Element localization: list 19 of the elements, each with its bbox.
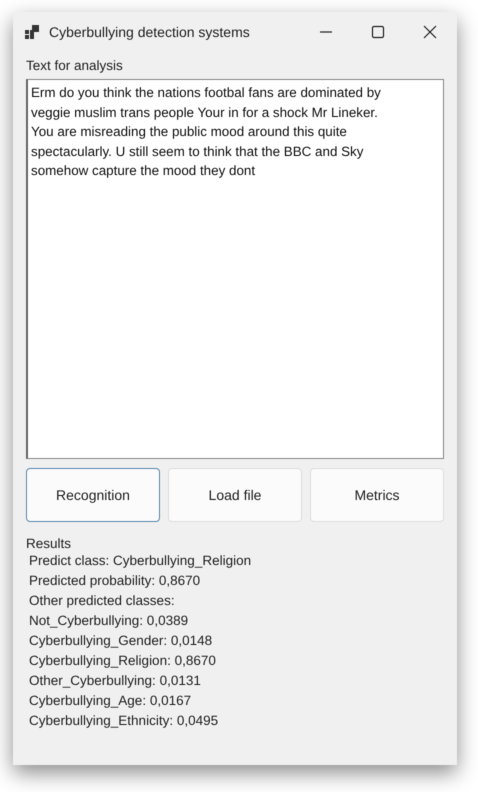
app-icon [25,25,41,39]
result-line: Other_Cyberbullying: 0,0131 [28,672,201,690]
action-button[interactable]: Load file [168,468,302,522]
result-line: Not_Cyberbullying: 0,0389 [28,612,188,630]
maximize-icon[interactable] [371,25,385,39]
field-label: Text for analysis [26,58,123,73]
results-label: Results [26,536,72,551]
result-line: Predict class: Cyberbullying_Religion [28,552,252,570]
text-area[interactable]: Erm do you think the nations footbal fans are dominated by veggie muslim trans people Your in for a shock Mr Lineker. You are misreading the public mood around this quite spectacularly. U still seem to think that the BBC and Sky somehow capture the mood they dont [26,79,444,459]
result-line: Other predicted classes: [28,592,175,610]
close-icon[interactable] [423,25,437,39]
action-button[interactable]: Metrics [310,468,444,522]
result-line: Cyberbullying_Age: 0,0167 [28,692,192,710]
result-line: Cyberbullying_Gender: 0,0148 [28,632,212,650]
window-title: Cyberbullying detection systems [49,24,251,40]
result-line: Cyberbullying_Ethnicity: 0,0495 [28,712,218,730]
result-line: Predicted probability: 0,8670 [28,572,200,590]
result-line: Cyberbullying_Religion: 0,8670 [28,652,216,670]
action-button[interactable]: Recognition [26,468,160,522]
